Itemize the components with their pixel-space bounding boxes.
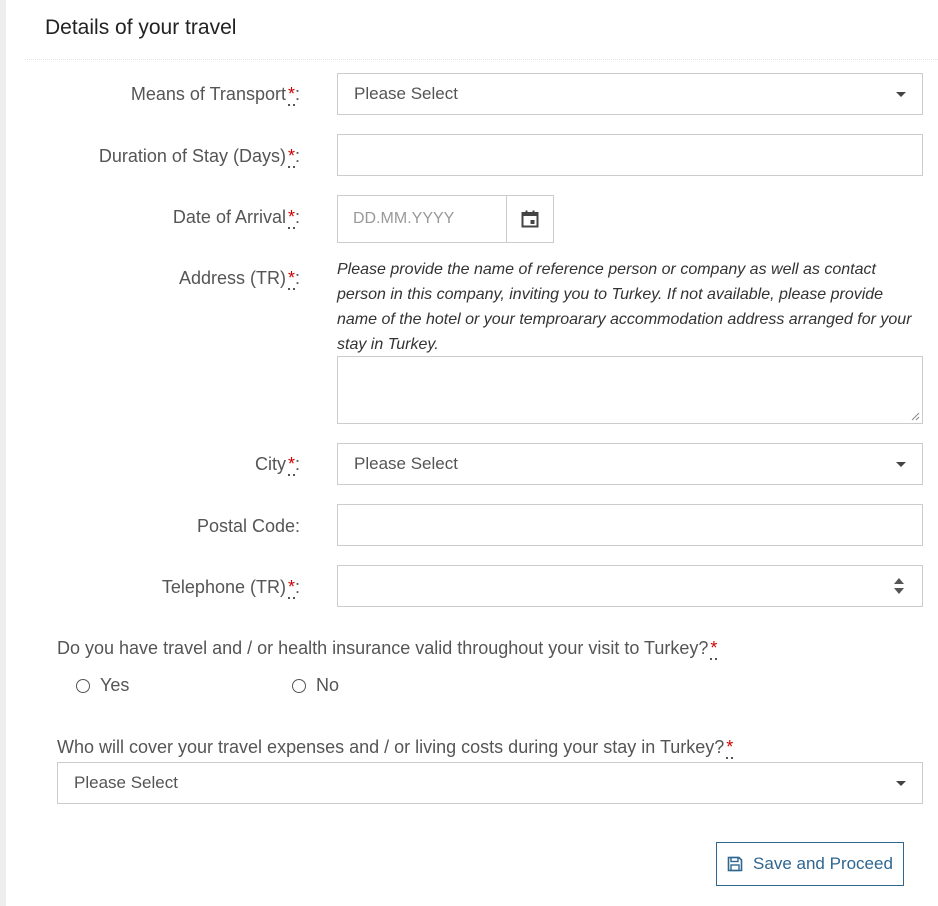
label-colon: : — [294, 268, 300, 288]
section-divider — [25, 59, 938, 60]
required-marker: * — [287, 454, 295, 476]
transport-label-text: Means of Transport — [130, 84, 286, 104]
required-marker: * — [287, 146, 295, 168]
calendar-icon — [521, 210, 539, 228]
radio-circle[interactable] — [76, 678, 90, 693]
expenses-question-text: Who will cover your travel expenses and … — [57, 737, 725, 757]
insurance-question: Do you have travel and / or health insur… — [57, 638, 718, 660]
expenses-question: Who will cover your travel expenses and … — [57, 737, 734, 759]
insurance-yes-radio[interactable]: Yes — [76, 675, 129, 696]
insurance-no-radio[interactable]: No — [292, 675, 339, 696]
transport-select[interactable]: Please Select — [337, 73, 923, 115]
address-label-text: Address (TR) — [178, 268, 286, 288]
required-marker: * — [287, 207, 295, 229]
label-colon: : — [294, 577, 300, 597]
duration-label: Duration of Stay (Days) *: — [98, 146, 300, 168]
address-textarea[interactable] — [337, 356, 923, 424]
label-colon: : — [294, 207, 300, 227]
required-marker: * — [287, 268, 295, 290]
save-and-proceed-button[interactable]: Save and Proceed — [716, 842, 904, 886]
chevron-down-icon — [896, 462, 906, 467]
expenses-select[interactable]: Please Select — [57, 762, 923, 804]
arrival-date-input[interactable]: DD.MM.YYYY — [337, 195, 554, 243]
duration-label-text: Duration of Stay (Days) — [98, 146, 286, 166]
telephone-label-text: Telephone (TR) — [161, 577, 286, 597]
insurance-no-label: No — [316, 675, 340, 695]
chevron-down-icon — [896, 92, 906, 97]
duration-input[interactable] — [337, 134, 923, 176]
telephone-input[interactable] — [337, 565, 923, 607]
required-marker: * — [287, 84, 295, 106]
calendar-button[interactable] — [506, 196, 553, 242]
postal-input[interactable] — [337, 504, 923, 546]
page-left-border — [0, 0, 6, 906]
city-label-text: City — [254, 454, 286, 474]
address-hint: Please provide the name of reference per… — [337, 261, 912, 353]
required-marker: * — [710, 638, 718, 660]
insurance-yes-label: Yes — [100, 675, 130, 695]
spinner-up-icon[interactable] — [894, 578, 904, 584]
required-marker: * — [287, 577, 295, 599]
city-label: City *: — [254, 454, 300, 476]
transport-label: Means of Transport *: — [130, 84, 300, 106]
arrival-label: Date of Arrival *: — [172, 207, 300, 229]
city-select-value: Please Select — [354, 454, 458, 473]
postal-label: Postal Code: — [196, 516, 300, 536]
arrival-label-text: Date of Arrival — [172, 207, 286, 227]
transport-select-value: Please Select — [354, 84, 458, 103]
arrival-date-placeholder: DD.MM.YYYY — [353, 210, 455, 227]
section-title: Details of your travel — [45, 16, 237, 39]
save-button-label: Save and Proceed — [753, 854, 893, 873]
label-colon: : — [294, 146, 300, 166]
expenses-select-value: Please Select — [74, 773, 178, 792]
radio-circle[interactable] — [292, 678, 306, 693]
city-select[interactable]: Please Select — [337, 443, 923, 485]
telephone-label: Telephone (TR) *: — [161, 577, 300, 599]
label-colon: : — [294, 84, 300, 104]
insurance-question-text: Do you have travel and / or health insur… — [57, 638, 709, 658]
spinner-down-icon[interactable] — [894, 588, 904, 594]
label-colon: : — [294, 454, 300, 474]
resize-grip-icon[interactable] — [910, 411, 920, 421]
address-label: Address (TR) *: — [178, 268, 300, 290]
required-marker: * — [726, 737, 734, 759]
number-spinner[interactable] — [894, 578, 904, 596]
chevron-down-icon — [896, 781, 906, 786]
floppy-disk-icon — [727, 856, 743, 872]
